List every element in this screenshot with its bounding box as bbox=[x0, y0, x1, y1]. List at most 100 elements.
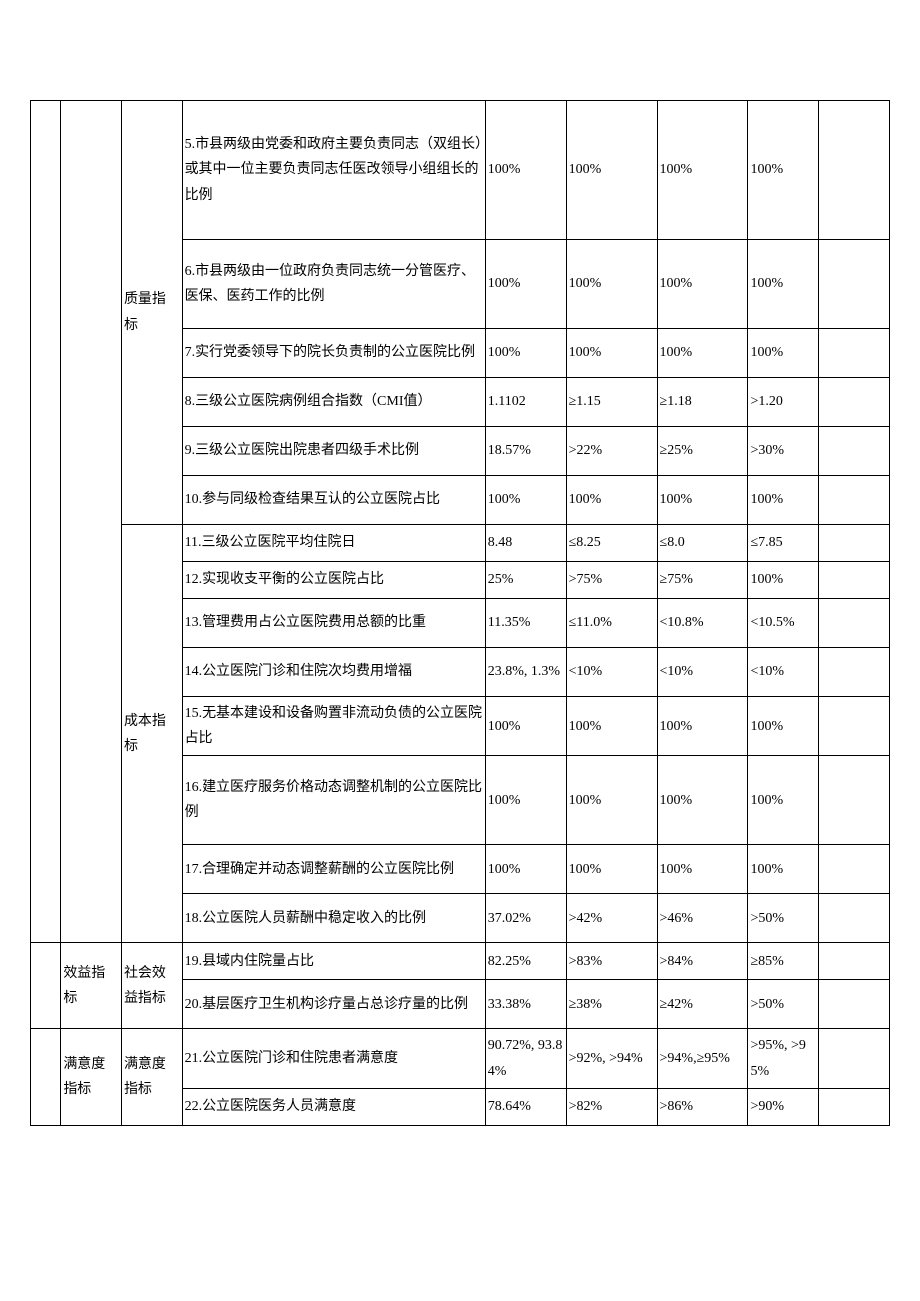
cell-value: >30% bbox=[748, 427, 819, 476]
cell-value: 100% bbox=[566, 101, 657, 240]
cell-value: 100% bbox=[748, 476, 819, 525]
cell-blank-group bbox=[61, 101, 122, 943]
cell-value: <10% bbox=[657, 648, 748, 697]
cell-blank-tail bbox=[819, 1029, 890, 1088]
indicator-name: 17.合理确定并动态调整薪酬的公立医院比例 bbox=[182, 845, 485, 894]
cell-value: 100% bbox=[485, 101, 566, 240]
cell-value: 100% bbox=[748, 756, 819, 845]
cell-value: >22% bbox=[566, 427, 657, 476]
cell-blank-tail bbox=[819, 980, 890, 1029]
cell-blank-tail bbox=[819, 894, 890, 943]
cell-value: 100% bbox=[657, 101, 748, 240]
cell-value: ≤8.25 bbox=[566, 525, 657, 562]
cell-value: 100% bbox=[485, 697, 566, 756]
cell-value: 100% bbox=[566, 697, 657, 756]
indicator-name: 6.市县两级由一位政府负责同志统一分管医疗、医保、医药工作的比例 bbox=[182, 240, 485, 329]
indicator-name: 14.公立医院门诊和住院次均费用增福 bbox=[182, 648, 485, 697]
cell-value: >92%, >94% bbox=[566, 1029, 657, 1088]
cell-value: 33.38% bbox=[485, 980, 566, 1029]
indicator-name: 11.三级公立医院平均住院日 bbox=[182, 525, 485, 562]
cell-value: 90.72%, 93.84% bbox=[485, 1029, 566, 1088]
cell-value: 23.8%, 1.3% bbox=[485, 648, 566, 697]
cell-value: >50% bbox=[748, 894, 819, 943]
cell-value: 82.25% bbox=[485, 943, 566, 980]
group-quality: 质量指标 bbox=[121, 101, 182, 525]
cell-value: <10.5% bbox=[748, 599, 819, 648]
indicator-name: 13.管理费用占公立医院费用总额的比重 bbox=[182, 599, 485, 648]
cell-blank-tail bbox=[819, 599, 890, 648]
cell-value: 100% bbox=[485, 240, 566, 329]
cell-value: 100% bbox=[485, 329, 566, 378]
table-row: 满意度指标 满意度指标 21.公立医院门诊和住院患者满意度 90.72%, 93… bbox=[31, 1029, 890, 1088]
indicator-name: 7.实行党委领导下的院长负责制的公立医院比例 bbox=[182, 329, 485, 378]
indicator-name: 21.公立医院门诊和住院患者满意度 bbox=[182, 1029, 485, 1088]
cell-value: ≥75% bbox=[657, 562, 748, 599]
cell-value: 100% bbox=[748, 845, 819, 894]
cell-value: 100% bbox=[657, 697, 748, 756]
cell-blank-lead bbox=[31, 943, 61, 1029]
indicator-name: 8.三级公立医院病例组合指数（CMI值） bbox=[182, 378, 485, 427]
group-cost: 成本指标 bbox=[121, 525, 182, 943]
cell-blank-tail bbox=[819, 525, 890, 562]
cell-value: 100% bbox=[566, 845, 657, 894]
cell-value: ≤7.85 bbox=[748, 525, 819, 562]
cell-value: 25% bbox=[485, 562, 566, 599]
cell-blank-tail bbox=[819, 562, 890, 599]
cell-blank-tail bbox=[819, 1088, 890, 1125]
cell-value: >46% bbox=[657, 894, 748, 943]
indicator-name: 12.实现收支平衡的公立医院占比 bbox=[182, 562, 485, 599]
cell-value: 78.64% bbox=[485, 1088, 566, 1125]
cell-value: >84% bbox=[657, 943, 748, 980]
table-row: 成本指标 11.三级公立医院平均住院日 8.48 ≤8.25 ≤8.0 ≤7.8… bbox=[31, 525, 890, 562]
cell-value: 100% bbox=[566, 756, 657, 845]
cell-value: ≥1.15 bbox=[566, 378, 657, 427]
cell-value: <10% bbox=[748, 648, 819, 697]
cell-blank-tail bbox=[819, 697, 890, 756]
cell-value: 100% bbox=[485, 476, 566, 525]
cell-blank-tail bbox=[819, 427, 890, 476]
table-row: 效益指标 社会效益指标 19.县域内住院量占比 82.25% >83% >84%… bbox=[31, 943, 890, 980]
cell-value: ≥38% bbox=[566, 980, 657, 1029]
cell-blank-tail bbox=[819, 943, 890, 980]
group-satisfaction-l1: 满意度指标 bbox=[61, 1029, 122, 1125]
group-benefit-l2: 社会效益指标 bbox=[121, 943, 182, 1029]
cell-blank-tail bbox=[819, 845, 890, 894]
cell-value: 100% bbox=[657, 845, 748, 894]
cell-value: 8.48 bbox=[485, 525, 566, 562]
indicator-name: 9.三级公立医院出院患者四级手术比例 bbox=[182, 427, 485, 476]
cell-value: 100% bbox=[657, 476, 748, 525]
cell-value: >95%, >95% bbox=[748, 1029, 819, 1088]
indicator-name: 18.公立医院人员薪酬中稳定收入的比例 bbox=[182, 894, 485, 943]
cell-blank-tail bbox=[819, 756, 890, 845]
cell-value: <10% bbox=[566, 648, 657, 697]
cell-value: 100% bbox=[748, 101, 819, 240]
indicator-name: 5.市县两级由党委和政府主要负责同志（双组长）或其中一位主要负责同志任医改领导小… bbox=[182, 101, 485, 240]
cell-value: >90% bbox=[748, 1088, 819, 1125]
cell-value: >94%,≥95% bbox=[657, 1029, 748, 1088]
cell-value: ≥85% bbox=[748, 943, 819, 980]
cell-blank-lead bbox=[31, 1029, 61, 1125]
cell-value: 100% bbox=[485, 845, 566, 894]
cell-value: >50% bbox=[748, 980, 819, 1029]
cell-value: 100% bbox=[748, 562, 819, 599]
cell-value: 11.35% bbox=[485, 599, 566, 648]
cell-value: 18.57% bbox=[485, 427, 566, 476]
cell-value: 100% bbox=[566, 329, 657, 378]
cell-value: ≤11.0% bbox=[566, 599, 657, 648]
group-benefit-l1: 效益指标 bbox=[61, 943, 122, 1029]
cell-value: 100% bbox=[748, 329, 819, 378]
cell-value: 100% bbox=[657, 756, 748, 845]
cell-value: 100% bbox=[485, 756, 566, 845]
cell-value: 100% bbox=[657, 240, 748, 329]
cell-value: ≤8.0 bbox=[657, 525, 748, 562]
cell-value: 100% bbox=[566, 240, 657, 329]
indicator-name: 20.基层医疗卫生机构诊疗量占总诊疗量的比例 bbox=[182, 980, 485, 1029]
indicator-table: 质量指标 5.市县两级由党委和政府主要负责同志（双组长）或其中一位主要负责同志任… bbox=[30, 100, 890, 1126]
cell-value: ≥25% bbox=[657, 427, 748, 476]
cell-blank-tail bbox=[819, 378, 890, 427]
cell-value: 100% bbox=[566, 476, 657, 525]
indicator-name: 22.公立医院医务人员满意度 bbox=[182, 1088, 485, 1125]
cell-value: >42% bbox=[566, 894, 657, 943]
cell-value: >75% bbox=[566, 562, 657, 599]
cell-value: <10.8% bbox=[657, 599, 748, 648]
